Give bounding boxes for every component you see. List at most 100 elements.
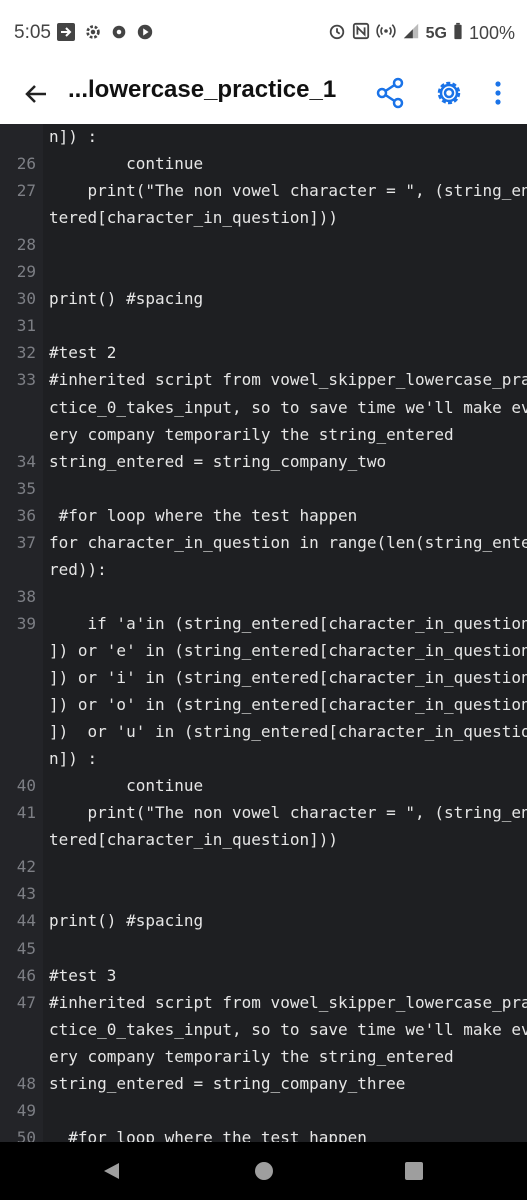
code-text[interactable]: if 'a'in (string_entered[character_in_qu… [49, 610, 527, 637]
line-number: 44 [16, 911, 36, 931]
settings-icon[interactable] [432, 76, 466, 110]
code-line[interactable]: ctice_0_takes_input, so to save time we'… [0, 394, 527, 421]
code-line[interactable]: 26 continue [0, 150, 527, 177]
code-line[interactable]: 27 print("The non vowel character = ", (… [0, 177, 527, 204]
line-number: 46 [16, 965, 36, 985]
code-line[interactable]: 50 #for loop where the test happen [0, 1124, 527, 1142]
gear-filled-icon [110, 22, 128, 42]
code-line[interactable]: 39 if 'a'in (string_entered[character_in… [0, 610, 527, 637]
share-icon[interactable] [374, 76, 408, 110]
code-text[interactable]: tered[character_in_question])) [49, 826, 338, 853]
code-text[interactable]: print("The non vowel character = ", (str… [49, 799, 527, 826]
code-text[interactable]: #for loop where the test happen [49, 502, 358, 529]
line-number: 47 [16, 992, 36, 1012]
code-line[interactable]: 42 [0, 853, 527, 880]
code-text[interactable]: #test 2 [49, 339, 116, 366]
code-line[interactable]: 31 [0, 312, 527, 339]
code-line[interactable]: ctice_0_takes_input, so to save time we'… [0, 1016, 527, 1043]
code-text[interactable]: for character_in_question in range(len(s… [49, 529, 527, 556]
status-bar: 5:05 5G 100% [0, 0, 527, 64]
code-text[interactable]: string_entered = string_company_two [49, 448, 386, 475]
nfc-icon [352, 22, 370, 45]
code-line[interactable]: 43 [0, 880, 527, 907]
code-line[interactable]: ]) or 'u' in (string_entered[character_i… [0, 718, 527, 745]
code-text[interactable]: #for loop where the test happen [49, 1124, 367, 1142]
code-line[interactable]: 46 #test 3 [0, 962, 527, 989]
code-text[interactable]: #inherited script from vowel_skipper_low… [49, 989, 527, 1016]
code-text[interactable]: ]) or 'i' in (string_entered[character_i… [49, 664, 527, 691]
code-text[interactable]: tered[character_in_question])) [49, 204, 338, 231]
code-line[interactable]: 32 #test 2 [0, 339, 527, 366]
code-line[interactable]: 40 continue [0, 772, 527, 799]
code-text[interactable]: n]) : [49, 124, 97, 150]
code-line[interactable]: 49 [0, 1097, 527, 1124]
code-line[interactable]: tered[character_in_question])) [0, 826, 527, 853]
line-number: 31 [16, 316, 36, 336]
code-line[interactable]: 48 string_entered = string_company_three [0, 1070, 527, 1097]
code-text[interactable]: print() #spacing [49, 907, 203, 934]
line-number: 36 [16, 505, 36, 525]
code-text[interactable]: continue [49, 150, 203, 177]
code-text[interactable]: ]) or 'u' in (string_entered[character_i… [49, 718, 527, 745]
code-line[interactable]: 28 [0, 231, 527, 258]
code-line[interactable]: 29 [0, 258, 527, 285]
code-line[interactable]: 38 [0, 583, 527, 610]
code-text[interactable]: ctice_0_takes_input, so to save time we'… [49, 394, 527, 421]
more-vert-icon[interactable] [486, 76, 510, 110]
code-text[interactable]: #inherited script from vowel_skipper_low… [49, 366, 527, 393]
forward-box-icon [56, 22, 76, 42]
code-line[interactable]: ery company temporarily the string_enter… [0, 421, 527, 448]
system-nav-bar [0, 1142, 527, 1200]
code-text[interactable]: #test 3 [49, 962, 116, 989]
code-text[interactable]: ]) or 'e' in (string_entered[character_i… [49, 637, 527, 664]
code-line[interactable]: ]) or 'o' in (string_entered[character_i… [0, 691, 527, 718]
code-text[interactable]: n]) : [49, 745, 97, 772]
code-line[interactable]: n]) : [0, 745, 527, 772]
code-line[interactable]: 44 print() #spacing [0, 907, 527, 934]
code-editor[interactable]: n]) :26 continue 27 print("The non vowel … [0, 124, 527, 1142]
code-text[interactable]: ery company temporarily the string_enter… [49, 421, 454, 448]
code-line[interactable]: ]) or 'i' in (string_entered[character_i… [0, 664, 527, 691]
code-line[interactable]: 37 for character_in_question in range(len… [0, 529, 527, 556]
line-number: 34 [16, 451, 36, 471]
alarm-icon [328, 22, 346, 45]
line-number: 50 [16, 1127, 36, 1142]
code-line[interactable]: 45 [0, 935, 527, 962]
line-number: 30 [16, 289, 36, 309]
code-text[interactable]: red)): [49, 556, 107, 583]
home-circle-icon[interactable] [254, 1161, 274, 1186]
line-number: 28 [16, 235, 36, 255]
recents-square-icon[interactable] [404, 1161, 424, 1186]
back-triangle-icon[interactable] [101, 1161, 121, 1186]
line-number: 41 [16, 803, 36, 823]
gear-small-icon [84, 22, 102, 42]
code-line[interactable]: 33 #inherited script from vowel_skipper_l… [0, 366, 527, 393]
code-line[interactable]: 35 [0, 475, 527, 502]
code-line[interactable]: 30 print() #spacing [0, 285, 527, 312]
code-line[interactable]: ery company temporarily the string_enter… [0, 1043, 527, 1070]
code-line[interactable]: tered[character_in_question])) [0, 204, 527, 231]
code-line[interactable]: 34 string_entered = string_company_two [0, 448, 527, 475]
hotspot-icon [375, 22, 396, 45]
line-number: 27 [16, 181, 36, 201]
code-line[interactable]: 36 #for loop where the test happen [0, 502, 527, 529]
line-number: 32 [16, 343, 36, 363]
code-line[interactable]: n]) : [0, 124, 527, 150]
battery-percent: 100% [468, 23, 515, 43]
line-number: 38 [16, 586, 36, 606]
code-line[interactable]: 47 #inherited script from vowel_skipper_l… [0, 989, 527, 1016]
line-number: 43 [16, 884, 36, 904]
code-text[interactable]: ery company temporarily the string_enter… [49, 1043, 454, 1070]
code-line[interactable]: 41 print("The non vowel character = ", (… [0, 799, 527, 826]
code-text[interactable]: ctice_0_takes_input, so to save time we'… [49, 1016, 527, 1043]
code-text[interactable]: ]) or 'o' in (string_entered[character_i… [49, 691, 527, 718]
code-line[interactable]: ]) or 'e' in (string_entered[character_i… [0, 637, 527, 664]
line-number: 37 [16, 532, 36, 552]
code-text[interactable]: string_entered = string_company_three [49, 1070, 405, 1097]
code-line[interactable]: red)): [0, 556, 527, 583]
line-number: 39 [16, 613, 36, 633]
code-text[interactable]: continue [49, 772, 203, 799]
back-arrow-icon[interactable] [20, 78, 52, 110]
code-text[interactable]: print() #spacing [49, 285, 203, 312]
code-text[interactable]: print("The non vowel character = ", (str… [49, 177, 527, 204]
